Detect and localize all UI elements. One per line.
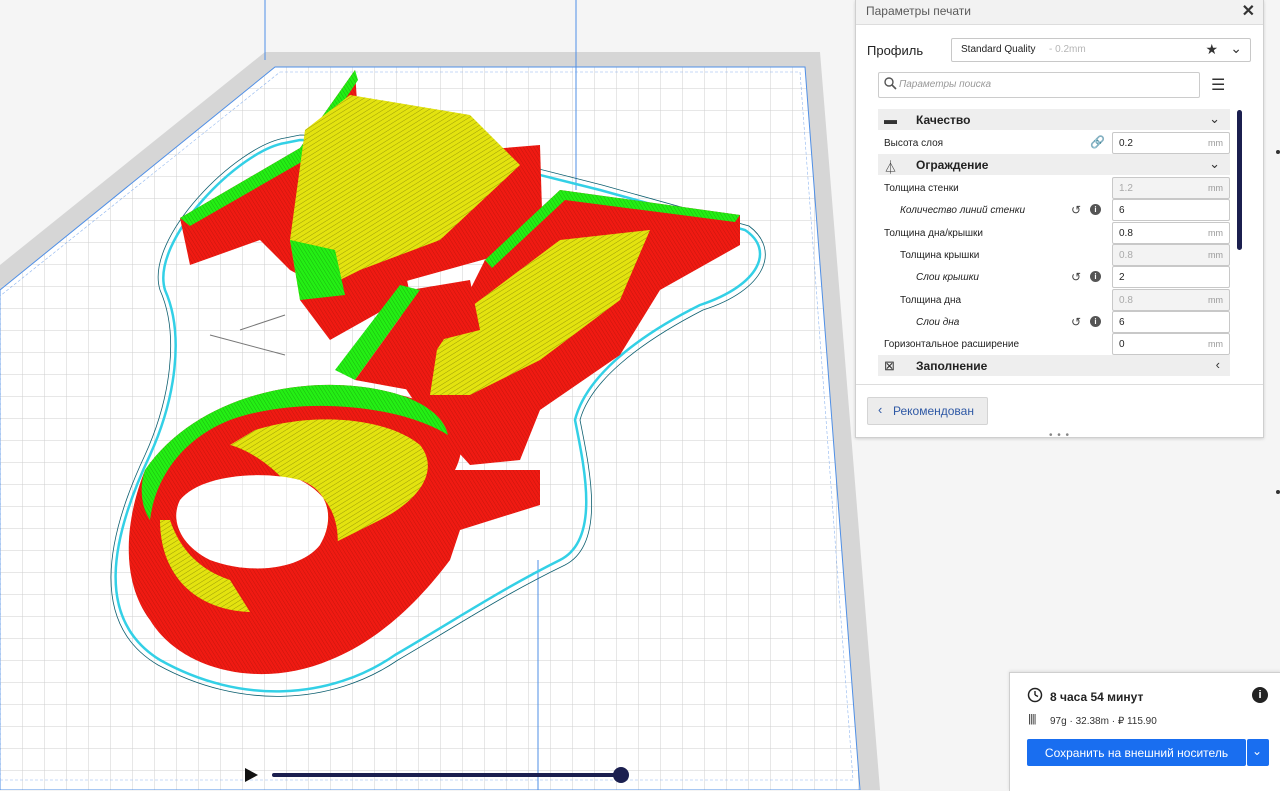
- panel-header: Параметры печати ✕: [856, 0, 1263, 25]
- setting-value-input[interactable]: 2: [1112, 266, 1230, 288]
- play-icon[interactable]: [245, 768, 258, 782]
- setting-unit: mm: [1208, 250, 1223, 260]
- setting-label: Горизонтальное расширение: [884, 339, 1020, 350]
- dot-icon: [1276, 490, 1280, 494]
- layer-slider-track[interactable]: [272, 773, 621, 777]
- setting-bottom-layers: Слои дна ↺ i 6: [878, 311, 1230, 333]
- profile-layer-height: - 0.2mm: [1049, 44, 1086, 55]
- category-shell[interactable]: ⏃ Ограждение ⌄: [878, 154, 1230, 175]
- reset-icon[interactable]: ↺: [1071, 203, 1081, 217]
- search-placeholder: Параметры поиска: [899, 79, 992, 90]
- setting-label: Слои дна: [916, 317, 960, 328]
- category-label: Качество: [916, 113, 971, 127]
- setting-label: Толщина дна: [900, 295, 962, 306]
- save-label: Сохранить на внешний носитель: [1044, 746, 1229, 760]
- dot-icon: [1276, 150, 1280, 154]
- setting-wall-thickness: Толщина стенки 1.2 mm: [878, 177, 1230, 199]
- search-icon: [884, 77, 897, 90]
- category-label: Ограждение: [916, 158, 989, 172]
- chevron-left-icon[interactable]: ‹: [1216, 357, 1220, 372]
- setting-value-input[interactable]: 6: [1112, 311, 1230, 333]
- chevron-down-icon[interactable]: ⌄: [1209, 156, 1220, 172]
- layer-slider-handle[interactable]: [613, 767, 629, 783]
- profile-label: Профиль: [867, 43, 924, 58]
- save-options-dropdown[interactable]: ⌄: [1247, 739, 1269, 766]
- setting-layer-height: Высота слоя 🔗 0.2 mm: [878, 132, 1230, 154]
- chevron-down-icon[interactable]: ⌄: [1209, 111, 1220, 127]
- menu-icon[interactable]: ☰: [1211, 75, 1225, 95]
- setting-value-input[interactable]: 0 mm: [1112, 333, 1230, 355]
- settings-list[interactable]: ▬ Качество ⌄ Высота слоя 🔗 0.2 mm ⏃ Огра…: [878, 109, 1230, 384]
- info-icon[interactable]: i: [1090, 316, 1101, 327]
- info-circle-icon[interactable]: i: [1252, 687, 1268, 703]
- quality-icon: ▬: [884, 112, 897, 127]
- setting-value-input[interactable]: 1.2 mm: [1112, 177, 1230, 199]
- setting-value-input[interactable]: 0.8 mm: [1112, 222, 1230, 244]
- setting-label: Толщина дна/крышки: [884, 228, 983, 239]
- setting-value: 0.8: [1119, 228, 1133, 239]
- setting-top-bottom-thickness: Толщина дна/крышки 0.8 mm: [878, 222, 1230, 244]
- chevron-left-icon: ‹: [878, 402, 883, 417]
- link-icon[interactable]: 🔗: [1090, 135, 1105, 149]
- setting-value: 0.8: [1119, 295, 1133, 306]
- print-time: 8 часа 54 минут: [1050, 690, 1144, 704]
- clock-icon: [1027, 687, 1043, 703]
- profile-name: Standard Quality: [961, 44, 1036, 55]
- setting-top-layers: Слои крышки ↺ i 2: [878, 266, 1230, 288]
- setting-value: 0.2: [1119, 138, 1133, 149]
- settings-scrollbar[interactable]: [1237, 110, 1242, 250]
- setting-label: Толщина стенки: [884, 183, 959, 194]
- close-icon[interactable]: ✕: [1242, 1, 1255, 21]
- setting-label: Толщина крышки: [900, 250, 980, 261]
- setting-value-input[interactable]: 0.2 mm: [1112, 132, 1230, 154]
- setting-label: Слои крышки: [916, 272, 979, 283]
- material-info: 97g · 32.38m · ₽ 115.90: [1050, 716, 1157, 727]
- category-label: Заполнение: [916, 359, 988, 373]
- search-input[interactable]: Параметры поиска: [878, 72, 1200, 98]
- chevron-down-icon[interactable]: ⌄: [1230, 40, 1242, 57]
- setting-value: 2: [1119, 272, 1125, 283]
- setting-unit: mm: [1208, 138, 1223, 148]
- info-icon[interactable]: i: [1090, 271, 1101, 282]
- setting-top-thickness: Толщина крышки 0.8 mm: [878, 244, 1230, 266]
- setting-label: Количество линий стенки: [900, 205, 1026, 216]
- setting-unit: mm: [1208, 228, 1223, 238]
- save-to-removable-button[interactable]: Сохранить на внешний носитель: [1027, 739, 1246, 766]
- recommended-label: Рекомендован: [893, 404, 974, 418]
- profile-select[interactable]: Standard Quality - 0.2mm ★ ⌄: [951, 38, 1251, 62]
- setting-value: 0: [1119, 339, 1125, 350]
- category-quality[interactable]: ▬ Качество ⌄: [878, 109, 1230, 130]
- recommended-button[interactable]: ‹ Рекомендован: [867, 397, 988, 425]
- setting-value: 1.2: [1119, 183, 1133, 194]
- reset-icon[interactable]: ↺: [1071, 315, 1081, 329]
- category-infill[interactable]: ⊠ Заполнение ‹: [878, 355, 1230, 376]
- setting-value: 6: [1119, 317, 1125, 328]
- spool-icon: ||||: [1028, 713, 1037, 725]
- info-icon[interactable]: i: [1090, 204, 1101, 215]
- setting-value-input[interactable]: 6: [1112, 199, 1230, 221]
- chevron-down-icon: ⌄: [1252, 744, 1263, 758]
- shell-icon: ⏃: [884, 160, 898, 175]
- print-output-panel: 8 часа 54 минут i |||| 97g · 32.38m · ₽ …: [1009, 672, 1280, 791]
- infill-icon: ⊠: [884, 358, 895, 373]
- setting-unit: mm: [1208, 183, 1223, 193]
- setting-value: 0.8: [1119, 250, 1133, 261]
- star-icon[interactable]: ★: [1205, 41, 1218, 58]
- panel-divider: [856, 384, 1263, 385]
- setting-label: Высота слоя: [884, 138, 944, 149]
- print-settings-panel: Параметры печати ✕ Профиль Standard Qual…: [855, 0, 1264, 441]
- setting-horizontal-expansion: Горизонтальное расширение 0 mm: [878, 333, 1230, 355]
- setting-value-input[interactable]: 0.8 mm: [1112, 244, 1230, 266]
- reset-icon[interactable]: ↺: [1071, 270, 1081, 284]
- setting-bottom-thickness: Толщина дна 0.8 mm: [878, 289, 1230, 311]
- setting-unit: mm: [1208, 295, 1223, 305]
- setting-value: 6: [1119, 205, 1125, 216]
- setting-wall-line-count: Количество линий стенки ↺ i 6: [878, 199, 1230, 221]
- resize-handle-icon[interactable]: • • •: [1049, 430, 1070, 441]
- panel-title: Параметры печати: [866, 4, 971, 18]
- setting-unit: mm: [1208, 339, 1223, 349]
- setting-value-input[interactable]: 0.8 mm: [1112, 289, 1230, 311]
